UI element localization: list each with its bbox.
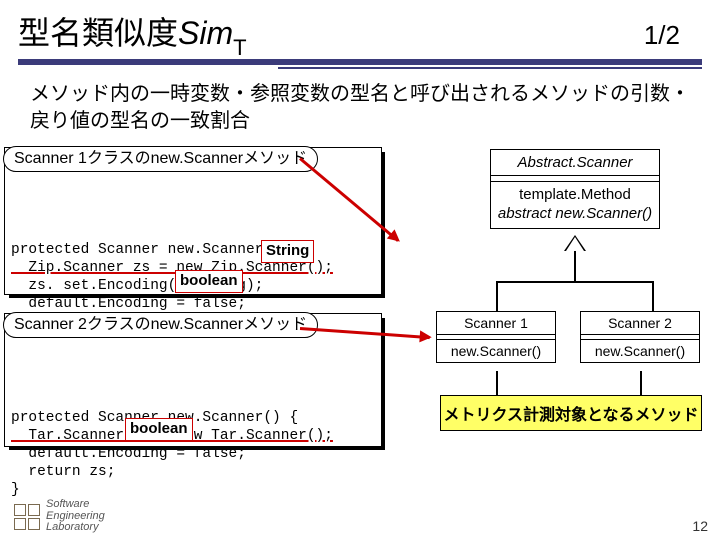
title-sim: Sim [178,15,233,51]
content-area: Scanner 1クラスのnew.Scannerメソッド protected S… [0,143,720,493]
page-indicator: 1/2 [644,20,680,51]
annot-boolean-1: boolean [175,270,243,293]
lab-line3: Laboratory [46,522,105,534]
uml-line-vert [574,251,576,281]
yellow-link2 [640,371,642,395]
uml-abstract-class: Abstract.Scanner template.Method abstrac… [490,149,660,229]
lab-text: Software Engineering Laboratory [46,499,105,534]
uml-child1-body: new.Scanner() [437,340,555,362]
code2-caption: Scanner 2クラスのnew.Scannerメソッド [3,312,318,338]
title-rules [0,59,720,71]
uml-child2-body: new.Scanner() [581,340,699,362]
code-box-scanner1: Scanner 1クラスのnew.Scannerメソッド protected S… [4,147,382,295]
uml-triangle-fill [566,237,584,251]
uml-abstract-body1: template.Method [493,186,657,205]
uml-abstract-name: Abstract.Scanner [491,150,659,176]
code1-line1: protected Scanner new.Scanner() { [11,242,298,258]
title-prefix: 型名類似度 [18,15,178,51]
lab-logo-icon [14,504,40,530]
code-box-scanner2: Scanner 2クラスのnew.Scannerメソッド protected S… [4,313,382,447]
uml-child-scanner2: Scanner 2 new.Scanner() [580,311,700,363]
code2-line5: } [11,482,20,498]
description-text: メソッド内の一時変数・参照変数の型名と呼び出されるメソッドの引数・戻り値の型名の… [0,71,720,143]
uml-child2-name: Scanner 2 [581,312,699,335]
annot-boolean-2: boolean [125,418,193,441]
code2-line4: return zs; [11,464,115,480]
uml-line-child1 [496,281,498,311]
code1-caption: Scanner 1クラスのnew.Scannerメソッド [3,146,318,172]
annot-string: String [261,240,314,263]
code2-line3: default.Encoding = false; [11,446,246,462]
code1-line4: default.Encoding = false; [11,296,246,312]
title-subscript: T [233,35,246,60]
page-title: 型名類似度SimT [18,8,247,57]
uml-child-scanner1: Scanner 1 new.Scanner() [436,311,556,363]
uml-child1-name: Scanner 1 [437,312,555,335]
yellow-link1 [496,371,498,395]
slide-number: 12 [692,518,708,534]
title-row: 型名類似度SimT 1/2 [0,0,720,59]
uml-abstract-body2: abstract new.Scanner() [493,205,657,224]
footer: Software Engineering Laboratory [14,499,105,534]
uml-line-horiz [496,281,654,283]
uml-line-child2 [652,281,654,311]
yellow-highlight-box: メトリクス計測対象となるメソッド [440,395,702,431]
